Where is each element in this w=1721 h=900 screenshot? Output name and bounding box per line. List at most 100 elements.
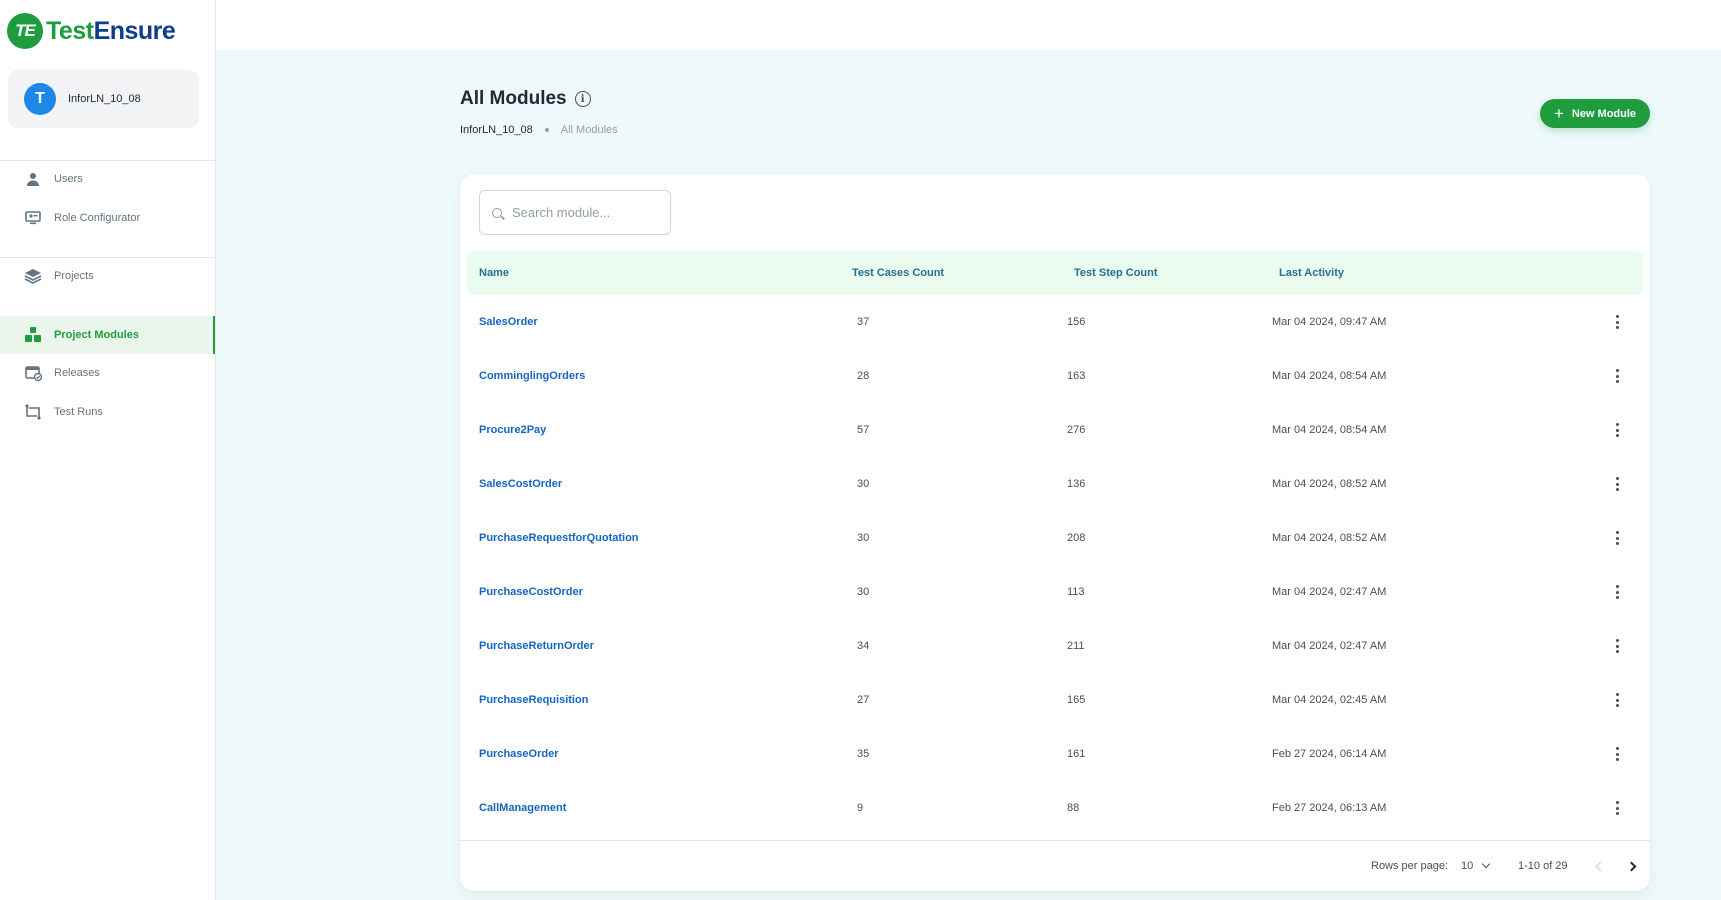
user-icon [24,170,42,188]
module-name-link[interactable]: PurchaseRequestforQuotation [479,511,639,565]
sidebar-item-role-configurator[interactable]: Role Configurator [0,199,215,237]
blocks-icon [24,326,42,344]
sidebar-item-releases[interactable]: Releases [0,354,215,392]
search-icon [492,207,502,218]
search-box[interactable] [479,190,671,235]
breadcrumb-current: All Modules [560,124,618,136]
table-row[interactable]: PurchaseReturnOrder 34 211 Mar 04 2024, 02:… [460,619,1650,673]
more-options-icon[interactable] [1610,639,1624,653]
more-options-icon[interactable] [1610,693,1624,707]
more-options-icon[interactable] [1610,585,1624,599]
account-card[interactable]: T InforLN_10_08 [8,70,199,128]
last-activity: Mar 04 2024, 08:54 AM [1272,370,1387,382]
table-row[interactable]: ComminglingOrders 28 163 Mar 04 2024, 08:54… [460,349,1650,403]
test-cases-count: 9 [857,802,864,814]
sidebar-item-project-modules[interactable]: Project Modules [0,316,215,354]
test-step-count: 88 [1067,802,1080,814]
module-name-link[interactable]: PurchaseCostOrder [479,565,583,619]
column-header-test-cases-count[interactable]: Test Cases Count [852,251,944,295]
rows-per-page-label: Rows per page: [1371,860,1449,872]
more-options-icon[interactable] [1610,477,1624,491]
test-cases-count: 57 [857,424,870,436]
calendar-check-icon [24,364,42,382]
sidebar-item-test-runs[interactable]: Test Runs [0,393,215,431]
table-row[interactable]: CallManagement 9 88 Feb 27 2024, 06:13 AM [460,781,1650,835]
test-step-count: 165 [1067,694,1086,706]
table-row[interactable]: PurchaseRequisition 27 165 Mar 04 2024, 02:… [460,673,1650,727]
previous-page-button[interactable] [1593,859,1607,873]
last-activity: Mar 04 2024, 08:52 AM [1272,532,1387,544]
table-row[interactable]: Procure2Pay 57 276 Mar 04 2024, 08:54 AM [460,403,1650,457]
sidebar: TE TestEnsure T InforLN_10_08 Users Role… [0,0,216,900]
test-cases-count: 28 [857,370,870,382]
test-cases-count: 37 [857,316,870,328]
table-row[interactable]: PurchaseCostOrder 30 113 Mar 04 2024, 02:47… [460,565,1650,619]
logo-text: TestEnsure [46,16,176,45]
test-cases-count: 30 [857,532,870,544]
test-step-count: 276 [1067,424,1086,436]
top-bar [216,0,1721,50]
test-cases-count: 30 [857,586,870,598]
more-options-icon[interactable] [1610,747,1624,761]
last-activity: Feb 27 2024, 06:14 AM [1272,748,1387,760]
test-step-count: 211 [1067,640,1085,652]
account-name: InforLN_10_08 [68,93,141,105]
modules-card: Name Test Cases Count Test Step Count La… [460,174,1650,891]
sidebar-item-label: Role Configurator [54,212,141,224]
sidebar-item-label: Projects [54,270,94,282]
table-row[interactable]: PurchaseOrder 35 161 Feb 27 2024, 06:14 AM [460,727,1650,781]
info-icon[interactable]: i [574,91,591,107]
module-name-link[interactable]: Procure2Pay [479,403,546,457]
new-module-button[interactable]: + New Module [1540,99,1650,128]
flow-icon [24,403,42,421]
plus-icon: + [1553,104,1564,123]
test-step-count: 161 [1067,748,1086,760]
table-row[interactable]: SalesCostOrder 30 136 Mar 04 2024, 08:52 AM [460,457,1650,511]
last-activity: Mar 04 2024, 02:47 AM [1272,640,1387,652]
test-step-count: 208 [1067,532,1086,544]
chevron-right-icon [1626,861,1636,871]
module-name-link[interactable]: ComminglingOrders [479,349,585,403]
pagination-range: 1-10 of 29 [1518,860,1568,872]
logo-mark: TE [7,13,43,49]
module-name-link[interactable]: PurchaseOrder [479,727,558,781]
breadcrumb-project[interactable]: InforLN_10_08 [460,124,533,136]
last-activity: Feb 27 2024, 06:13 AM [1272,802,1387,814]
search-input[interactable] [512,205,662,220]
sidebar-item-projects[interactable]: Projects [0,257,215,295]
module-name-link[interactable]: PurchaseReturnOrder [479,619,594,673]
more-options-icon[interactable] [1610,423,1624,437]
last-activity: Mar 04 2024, 02:47 AM [1272,586,1387,598]
module-name-link[interactable]: SalesCostOrder [479,457,562,511]
more-options-icon[interactable] [1610,801,1624,815]
logo[interactable]: TE TestEnsure [7,12,176,50]
last-activity: Mar 04 2024, 09:47 AM [1272,316,1387,328]
table-row[interactable]: SalesOrder 37 156 Mar 04 2024, 09:47 AM [460,295,1650,349]
sidebar-item-label: Project Modules [54,329,139,341]
more-options-icon[interactable] [1610,531,1624,545]
more-options-icon[interactable] [1610,315,1624,329]
module-name-link[interactable]: SalesOrder [479,295,538,349]
last-activity: Mar 04 2024, 08:52 AM [1272,478,1387,490]
table-header: Name Test Cases Count Test Step Count La… [467,251,1643,295]
column-header-name[interactable]: Name [479,251,509,295]
column-header-test-step-count[interactable]: Test Step Count [1074,251,1158,295]
more-options-icon[interactable] [1610,369,1624,383]
page-title: All Modules i [460,88,591,110]
test-step-count: 136 [1067,478,1086,490]
monitor-user-icon [24,209,42,227]
last-activity: Mar 04 2024, 02:45 AM [1272,694,1387,706]
next-page-button[interactable] [1624,859,1638,873]
module-name-link[interactable]: PurchaseRequisition [479,673,588,727]
test-cases-count: 30 [857,478,870,490]
sidebar-item-label: Users [54,173,83,185]
column-header-last-activity[interactable]: Last Activity [1279,251,1344,295]
test-cases-count: 27 [857,694,870,706]
breadcrumb-separator [544,128,549,132]
rows-per-page-select[interactable]: 10 [1461,841,1491,891]
sidebar-item-label: Test Runs [54,406,103,418]
last-activity: Mar 04 2024, 08:54 AM [1272,424,1387,436]
sidebar-item-users[interactable]: Users [0,160,215,198]
table-row[interactable]: PurchaseRequestforQuotation 30 208 Mar 04 2… [460,511,1650,565]
module-name-link[interactable]: CallManagement [479,781,566,835]
